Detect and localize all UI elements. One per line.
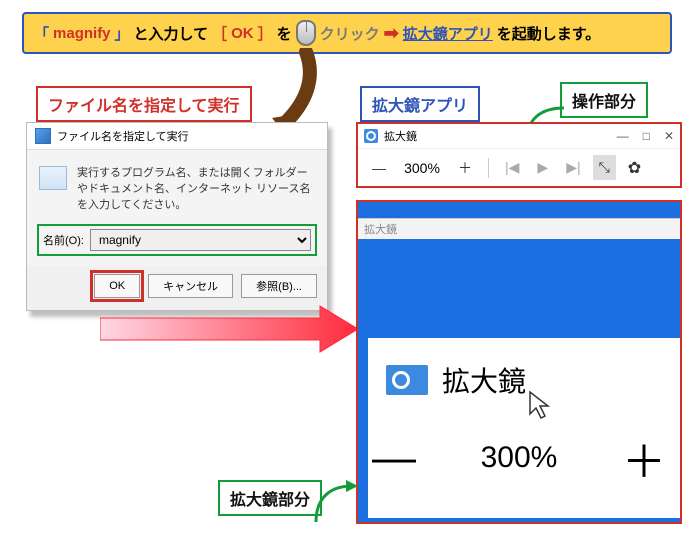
zoom-in-button[interactable]: ＋ [452,156,478,180]
magnifier-zoom-area: 拡大鏡 拡大鏡 — 300% ＋ [356,200,682,524]
app-link-text: 拡大鏡アプリ [403,23,493,44]
magnifier-icon [364,129,378,143]
run-dialog: ファイル名を指定して実行 実行するプログラム名、または開くフォルダーやドキュメン… [26,122,328,311]
magnifier-app-label-text: 拡大鏡アプリ [372,98,468,115]
instruction-bar: 「 magnify 」 と入力して ［ OK ］ を クリック ➡ 拡大鏡アプリ… [22,12,672,54]
prev-button[interactable]: |◀ [499,157,525,178]
zoom-value: 300% [398,160,446,176]
zoom-controls-big: — 300% ＋ [358,426,680,490]
window-maximize-button[interactable]: □ [643,129,650,143]
ok-text: OK [231,25,254,42]
run-dialog-title-text: ファイル名を指定して実行 [57,128,189,144]
type-text: と入力して [134,23,209,44]
window-close-button[interactable]: ✕ [664,129,674,143]
zoom-titlebar: 拡大鏡 [358,219,682,239]
zoom-app-title: 拡大鏡 [442,360,526,400]
run-dialog-label: ファイル名を指定して実行 [36,86,252,122]
next-button[interactable]: ▶| [560,157,586,178]
zoom-in-big[interactable]: ＋ [622,426,666,490]
control-part-label: 操作部分 [560,82,648,118]
zoom-blue-area [358,239,682,329]
click-text: クリック [320,23,380,44]
run-dialog-description: 実行するプログラム名、または開くフォルダーやドキュメント名、インターネット リソ… [77,164,315,212]
flow-arrow-icon [100,304,360,354]
browse-button[interactable]: 参照(B)... [241,274,317,298]
arrow-icon: ➡ [384,23,399,44]
run-name-input[interactable]: magnify [90,229,311,251]
magnifier-big-icon [386,365,428,395]
run-dialog-titlebar: ファイル名を指定して実行 [27,123,327,150]
play-button[interactable]: ▶ [531,157,554,178]
wo-text: を [277,23,292,44]
launch-text: を起動します。 [497,23,601,44]
bracket-close: 」 [115,23,130,44]
zoom-part-label: 拡大鏡部分 [218,480,322,516]
zoom-out-button[interactable]: — [366,158,392,178]
cursor-icon [528,390,554,427]
zoom-part-label-text: 拡大鏡部分 [230,492,310,509]
bracket-open: 「 [34,23,49,44]
ok-button[interactable]: OK [94,274,140,298]
run-icon [35,128,51,144]
cancel-button[interactable]: キャンセル [148,274,233,298]
ok-bracket-close: ］ [258,23,273,44]
command-text: magnify [53,25,111,42]
cursor-mode-button[interactable]: ⤡ [593,155,616,180]
control-part-label-text: 操作部分 [572,94,636,111]
zoom-value-big: 300% [416,441,622,475]
separator [488,158,489,178]
mouse-icon [296,20,316,46]
magnifier-title-text: 拡大鏡 [384,128,417,144]
magnifier-controls: — 300% ＋ |◀ ▶ ▶| ⤡ ✿ [358,149,680,186]
ok-bracket-open: ［ [212,23,227,44]
run-name-label: 名前(O): [43,232,84,248]
magnifier-titlebar: 拡大鏡 — □ ✕ [358,124,680,149]
run-dialog-body: 実行するプログラム名、または開くフォルダーやドキュメント名、インターネット リソ… [27,150,327,220]
window-minimize-button[interactable]: — [617,129,629,143]
magnifier-app-label: 拡大鏡アプリ [360,86,480,122]
settings-button[interactable]: ✿ [622,156,647,180]
run-buttons: OK キャンセル 参照(B)... [27,266,327,310]
run-input-row: 名前(O): magnify [37,224,317,256]
magnifier-toolbar: 拡大鏡 — □ ✕ — 300% ＋ |◀ ▶ ▶| ⤡ ✿ [356,122,682,188]
run-dialog-label-text: ファイル名を指定して実行 [48,98,240,115]
zoom-out-big[interactable]: — [372,433,416,483]
run-body-icon [39,166,67,190]
